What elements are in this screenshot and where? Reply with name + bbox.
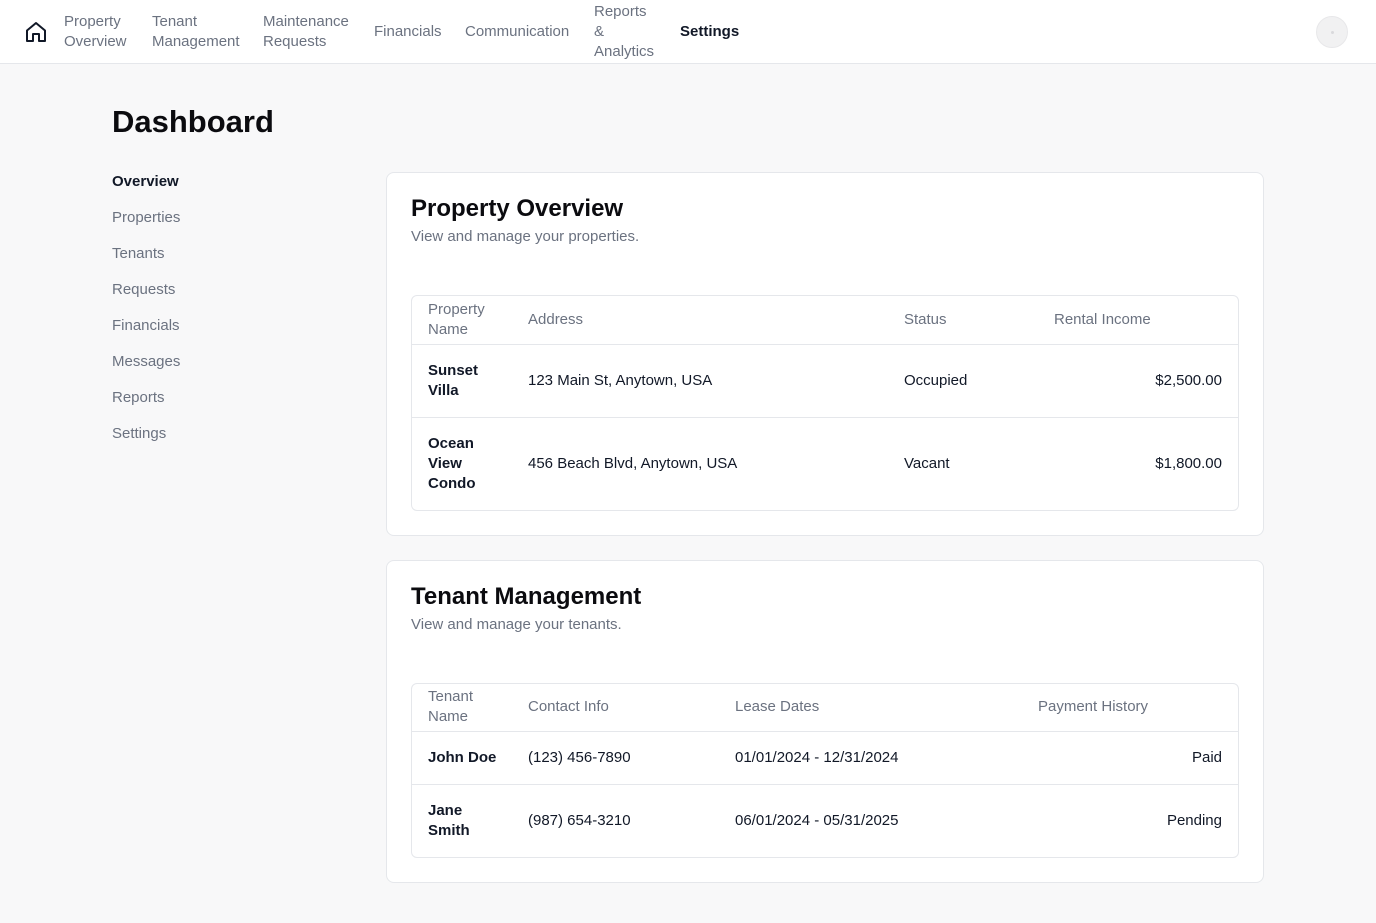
sidebar-item-requests[interactable]: Requests: [112, 280, 175, 300]
column-header[interactable]: Payment History: [1038, 697, 1148, 717]
tenant-contact: (123) 456-7890: [528, 749, 631, 766]
nav-communication[interactable]: Communication: [465, 22, 585, 42]
column-header[interactable]: Status: [904, 310, 947, 330]
nav-maintenance-requests[interactable]: Maintenance Requests: [263, 12, 355, 52]
payment-status: Pending: [1166, 812, 1222, 829]
rental-income: $1,800.00: [1155, 455, 1222, 472]
sidebar-item-tenants[interactable]: Tenants: [112, 244, 165, 264]
lease-dates: 01/01/2024 - 12/31/2024: [735, 749, 899, 766]
payment-status: Paid: [1191, 749, 1222, 766]
divider: [412, 731, 1238, 732]
nav-financials[interactable]: Financials: [374, 22, 454, 42]
divider: [412, 417, 1238, 418]
divider: [412, 344, 1238, 345]
property-address: 123 Main St, Anytown, USA: [528, 372, 713, 389]
tenants-table: Tenant Name Contact Info Lease Dates Pay…: [411, 683, 1239, 858]
nav-property-overview[interactable]: Property Overview: [64, 12, 144, 52]
card-subtitle: View and manage your tenants.: [411, 616, 622, 633]
user-avatar[interactable]: [1316, 16, 1348, 48]
card-title: Tenant Management: [411, 583, 642, 610]
card-subtitle: View and manage your properties.: [411, 228, 640, 245]
tenant-name: John Doe: [428, 749, 497, 766]
tenant-management-card: Tenant Management View and manage your t…: [386, 560, 1264, 883]
top-navigation-bar: Property Overview Tenant Management Main…: [0, 0, 1376, 64]
column-header[interactable]: Rental Income: [1054, 310, 1151, 330]
property-status: Occupied: [904, 372, 968, 389]
column-header[interactable]: Address: [528, 310, 583, 330]
nav-tenant-management[interactable]: Tenant Management: [152, 12, 244, 52]
card-title: Property Overview: [411, 195, 624, 222]
nav-settings[interactable]: Settings: [680, 22, 760, 42]
divider: [412, 784, 1238, 785]
property-address: 456 Beach Blvd, Anytown, USA: [528, 455, 738, 472]
column-header[interactable]: Lease Dates: [735, 697, 819, 717]
tenant-name: Jane Smith: [428, 802, 470, 839]
sidebar-item-reports[interactable]: Reports: [112, 388, 165, 408]
property-status: Vacant: [904, 455, 950, 472]
rental-income: $2,500.00: [1155, 372, 1222, 389]
sidebar-item-messages[interactable]: Messages: [112, 352, 180, 372]
property-overview-card: Property Overview View and manage your p…: [386, 172, 1264, 536]
page-title: Dashboard: [112, 104, 274, 139]
properties-table: Property Name Address Status Rental Inco…: [411, 295, 1239, 511]
column-header[interactable]: Tenant Name: [428, 687, 498, 727]
tenant-contact: (987) 654-3210: [528, 812, 631, 829]
home-icon[interactable]: [24, 20, 48, 44]
nav-reports-analytics[interactable]: Reports & Analytics: [594, 2, 660, 62]
property-name: Sunset Villa: [428, 362, 479, 399]
sidebar-item-settings[interactable]: Settings: [112, 424, 166, 444]
sidebar-item-properties[interactable]: Properties: [112, 208, 180, 228]
column-header[interactable]: Property Name: [428, 300, 508, 340]
property-name: Ocean View Condo: [428, 435, 476, 492]
lease-dates: 06/01/2024 - 05/31/2025: [735, 812, 899, 829]
column-header[interactable]: Contact Info: [528, 697, 609, 717]
sidebar-item-financials[interactable]: Financials: [112, 316, 180, 336]
sidebar-item-overview[interactable]: Overview: [112, 172, 179, 192]
